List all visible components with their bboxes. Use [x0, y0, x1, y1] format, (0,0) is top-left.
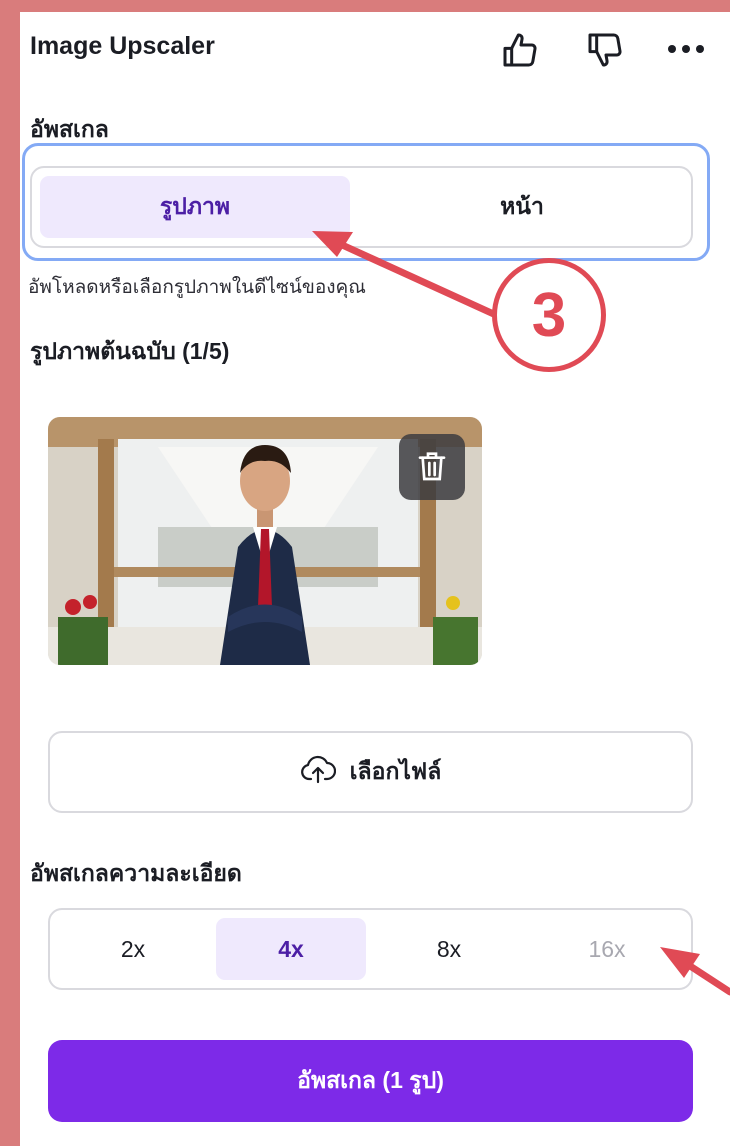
scale-option-4x[interactable]: 4x — [216, 918, 366, 980]
scale-option-8x[interactable]: 8x — [374, 918, 524, 980]
choose-file-label: เลือกไฟล์ — [349, 758, 442, 784]
mode-option-image[interactable]: รูปภาพ — [40, 176, 350, 238]
mode-option-page[interactable]: หน้า — [367, 176, 677, 238]
upscale-button[interactable]: อัพสเกล (1 รูป) — [48, 1040, 693, 1122]
delete-trash-icon[interactable] — [399, 434, 465, 500]
resolution-selector: 2x 4x 8x 16x — [48, 908, 693, 990]
app-title: Image Upscaler — [30, 32, 215, 60]
cloud-upload-icon — [300, 753, 336, 791]
upscale-mode-toggle: รูปภาพ หน้า — [30, 166, 693, 248]
scale-option-2x[interactable]: 2x — [58, 918, 208, 980]
choose-file-button[interactable]: เลือกไฟล์ — [48, 731, 693, 813]
more-options-icon[interactable] — [664, 34, 708, 64]
resolution-label: อัพสเกลความละเอียด — [30, 860, 242, 886]
upload-hint: อัพโหลดหรือเลือกรูปภาพในดีไซน์ของคุณ — [28, 277, 366, 298]
scale-option-16x: 16x — [588, 935, 626, 962]
thumbs-up-icon[interactable] — [500, 30, 540, 70]
thumbs-down-icon[interactable] — [585, 30, 625, 70]
original-images-label: รูปภาพต้นฉบับ (1/5) — [30, 338, 230, 364]
panel-header: Image Upscaler — [30, 28, 704, 70]
annotation-step-badge: 3 — [492, 258, 606, 372]
